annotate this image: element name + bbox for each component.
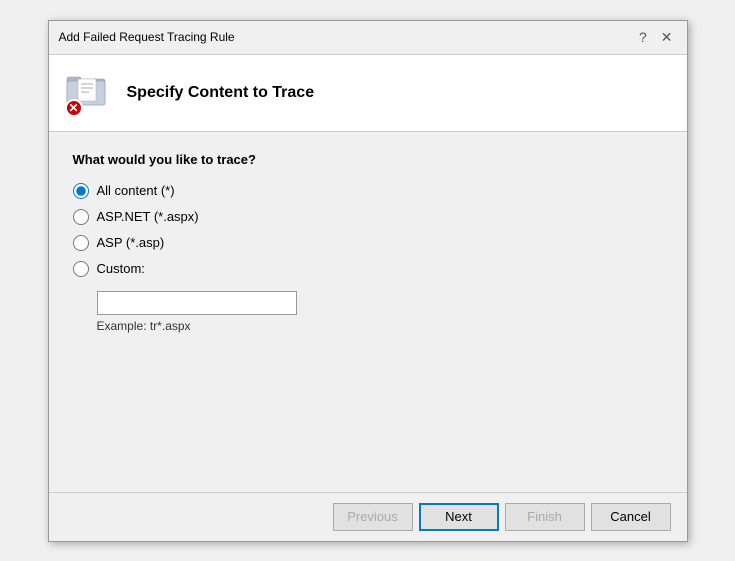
header-section: ✕ Specify Content to Trace	[49, 55, 687, 132]
footer-section: Previous Next Finish Cancel	[49, 492, 687, 541]
radio-all-label: All content (*)	[97, 183, 175, 198]
header-icon: ✕	[65, 69, 113, 117]
close-button[interactable]: ✕	[657, 30, 677, 44]
radio-asp[interactable]	[73, 235, 89, 251]
radio-group: All content (*) ASP.NET (*.aspx) ASP (*.…	[73, 183, 663, 333]
radio-item-asp[interactable]: ASP (*.asp)	[73, 235, 663, 251]
custom-input-wrapper: Example: tr*.aspx	[97, 291, 663, 333]
example-text: Example: tr*.aspx	[97, 319, 663, 333]
title-bar: Add Failed Request Tracing Rule ? ✕	[49, 21, 687, 55]
radio-item-aspnet[interactable]: ASP.NET (*.aspx)	[73, 209, 663, 225]
dialog-title: Add Failed Request Tracing Rule	[59, 30, 235, 44]
error-badge-icon: ✕	[65, 99, 83, 117]
header-title: Specify Content to Trace	[127, 84, 315, 102]
radio-asp-label: ASP (*.asp)	[97, 235, 165, 250]
radio-aspnet[interactable]	[73, 209, 89, 225]
finish-button[interactable]: Finish	[505, 503, 585, 531]
radio-custom-label: Custom:	[97, 261, 145, 276]
radio-item-custom[interactable]: Custom:	[73, 261, 663, 277]
custom-input[interactable]	[97, 291, 297, 315]
radio-custom[interactable]	[73, 261, 89, 277]
previous-button[interactable]: Previous	[333, 503, 413, 531]
help-button[interactable]: ?	[635, 30, 651, 44]
radio-all[interactable]	[73, 183, 89, 199]
dialog-container: Add Failed Request Tracing Rule ? ✕	[48, 20, 688, 542]
content-section: What would you like to trace? All conten…	[49, 132, 687, 492]
trace-question: What would you like to trace?	[73, 152, 663, 167]
cancel-button[interactable]: Cancel	[591, 503, 671, 531]
next-button[interactable]: Next	[419, 503, 499, 531]
radio-aspnet-label: ASP.NET (*.aspx)	[97, 209, 199, 224]
title-bar-controls: ? ✕	[635, 30, 677, 44]
radio-item-all[interactable]: All content (*)	[73, 183, 663, 199]
